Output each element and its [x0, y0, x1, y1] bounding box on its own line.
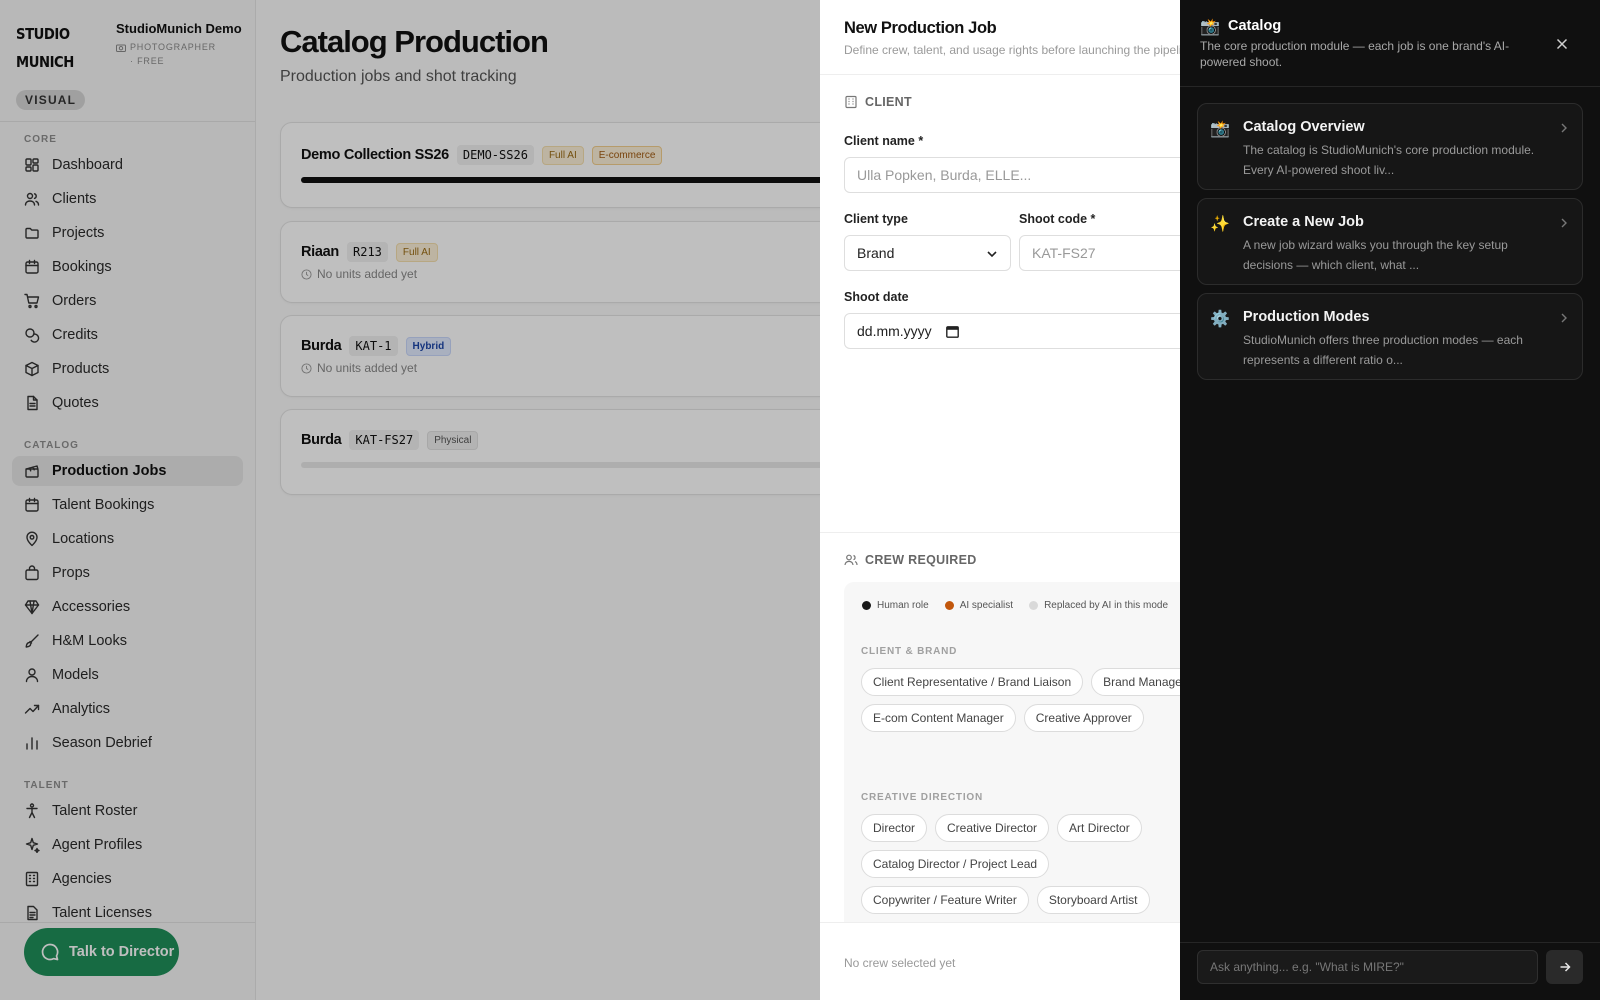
- help-topic-create-new-job[interactable]: ✨ Create a New Job A new job wizard walk…: [1197, 198, 1583, 285]
- client-section-heading: CLIENT: [844, 95, 912, 109]
- shoot-date-label: Shoot date: [844, 290, 909, 304]
- shoot-date-input[interactable]: dd.mm.yyyy: [844, 313, 1180, 349]
- client-name-label: Client name *: [844, 134, 924, 148]
- help-title: Catalog: [1228, 18, 1282, 34]
- crew-chip-row: Catalog Director / Project Lead: [861, 850, 1050, 878]
- crew-selection-status: No crew selected yet: [844, 956, 956, 970]
- crew-role-chip[interactable]: Creative Approver: [1023, 704, 1144, 732]
- close-help-button[interactable]: [1552, 34, 1572, 54]
- crew-section-label: CREW REQUIRED: [865, 553, 977, 567]
- dialog-footer: No crew selected yet: [820, 922, 1180, 1000]
- help-topic-title: Catalog Overview: [1243, 119, 1365, 135]
- crew-selector: Human role AI specialist Replaced by AI …: [844, 582, 1180, 942]
- client-type-label: Client type: [844, 212, 908, 226]
- dialog-subtitle: Define crew, talent, and usage rights be…: [844, 43, 1180, 57]
- legend-dot: [862, 601, 871, 610]
- close-icon: [1556, 38, 1568, 50]
- gear-icon: ⚙️: [1210, 311, 1230, 328]
- help-topic-desc: A new job wizard walks you through the k…: [1243, 238, 1508, 272]
- legend-label: AI specialist: [959, 600, 1014, 611]
- help-panel: 📸 Catalog The core production module — e…: [1180, 0, 1600, 1000]
- legend-human-role: Human role: [862, 600, 929, 611]
- client-name-placeholder: Ulla Popken, Burda, ELLE...: [857, 167, 1032, 183]
- chevron-right-icon: [1561, 218, 1567, 228]
- help-topic-title: Production Modes: [1243, 309, 1370, 325]
- legend-label: Human role: [877, 600, 929, 611]
- crew-group-label: CREATIVE DIRECTION: [861, 792, 983, 803]
- new-production-job-dialog: New Production Job Define crew, talent, …: [820, 0, 1180, 1000]
- shoot-code-placeholder: KAT-FS27: [1032, 245, 1096, 261]
- help-divider: [1180, 86, 1600, 87]
- crew-role-chip[interactable]: Art Director: [1057, 814, 1142, 842]
- chevron-right-icon: [1561, 123, 1567, 133]
- dialog-divider: [820, 532, 1180, 533]
- client-section-label: CLIENT: [865, 95, 912, 109]
- client-type-value: Brand: [857, 245, 895, 261]
- camera-flash-icon: 📸: [1210, 121, 1230, 138]
- dialog-divider: [820, 74, 1180, 75]
- camera-flash-icon: 📸: [1200, 19, 1220, 36]
- legend-dot: [944, 601, 954, 610]
- help-topic-desc: StudioMunich offers three production mod…: [1243, 333, 1523, 367]
- crew-role-chip[interactable]: Copywriter / Feature Writer: [861, 886, 1029, 914]
- crew-legend: Human role AI specialist Replaced by AI …: [862, 600, 1168, 611]
- help-description: The core production module — each job is…: [1200, 39, 1510, 69]
- crew-chip-row: Copywriter / Feature Writer Storyboard A…: [861, 886, 1150, 914]
- crew-role-chip[interactable]: E-com Content Manager: [861, 704, 1016, 732]
- sparkles-icon: ✨: [1210, 216, 1230, 233]
- users-icon: [844, 554, 858, 566]
- help-footer-divider: [1180, 942, 1600, 943]
- legend-ai-specialist: AI specialist: [944, 600, 1014, 611]
- legend-dot: [1029, 601, 1039, 610]
- crew-role-chip[interactable]: Storyboard Artist: [1036, 886, 1150, 914]
- crew-role-chip[interactable]: Catalog Director / Project Lead: [861, 850, 1050, 878]
- ask-placeholder: Ask anything... e.g. "What is MIRE?": [1210, 960, 1404, 974]
- help-topic-desc: The catalog is StudioMunich's core produ…: [1243, 143, 1535, 177]
- shoot-code-input[interactable]: KAT-FS27: [1019, 235, 1180, 271]
- help-topic-production-modes[interactable]: ⚙️ Production Modes StudioMunich offers …: [1197, 293, 1583, 380]
- chevron-down-icon: [987, 251, 997, 258]
- crew-chip-row: Client Representative / Brand Liaison Br…: [861, 668, 1180, 696]
- crew-role-chip[interactable]: Creative Director: [935, 814, 1050, 842]
- building-icon: [845, 95, 857, 109]
- chevron-right-icon: [1561, 313, 1567, 323]
- dialog-title: New Production Job: [844, 19, 997, 37]
- arrow-right-icon: [1560, 962, 1571, 972]
- legend-label: Replaced by AI in this mode: [1044, 600, 1169, 611]
- help-topic-catalog-overview[interactable]: 📸 Catalog Overview The catalog is Studio…: [1197, 103, 1583, 190]
- crew-chip-row: Director Creative Director Art Director: [861, 814, 1142, 842]
- crew-role-chip[interactable]: Brand Manager: [1091, 668, 1180, 696]
- crew-chip-row: E-com Content Manager Creative Approver: [861, 704, 1144, 732]
- crew-role-chip[interactable]: Client Representative / Brand Liaison: [861, 668, 1084, 696]
- client-type-select[interactable]: Brand: [844, 235, 1011, 271]
- client-name-input[interactable]: Ulla Popken, Burda, ELLE...: [844, 157, 1180, 193]
- crew-section-heading: CREW REQUIRED: [844, 553, 977, 567]
- legend-replaced-by-ai: Replaced by AI in this mode: [1029, 600, 1168, 611]
- shoot-code-label: Shoot code *: [1019, 212, 1096, 226]
- ask-anything-input[interactable]: Ask anything... e.g. "What is MIRE?": [1197, 950, 1538, 984]
- calendar-picker-icon[interactable]: [945, 325, 959, 338]
- crew-role-chip[interactable]: Director: [861, 814, 928, 842]
- shoot-date-placeholder: dd.mm.yyyy: [857, 323, 932, 339]
- help-topic-title: Create a New Job: [1243, 214, 1364, 230]
- crew-group-label: CLIENT & BRAND: [861, 646, 958, 657]
- send-button[interactable]: [1546, 950, 1583, 984]
